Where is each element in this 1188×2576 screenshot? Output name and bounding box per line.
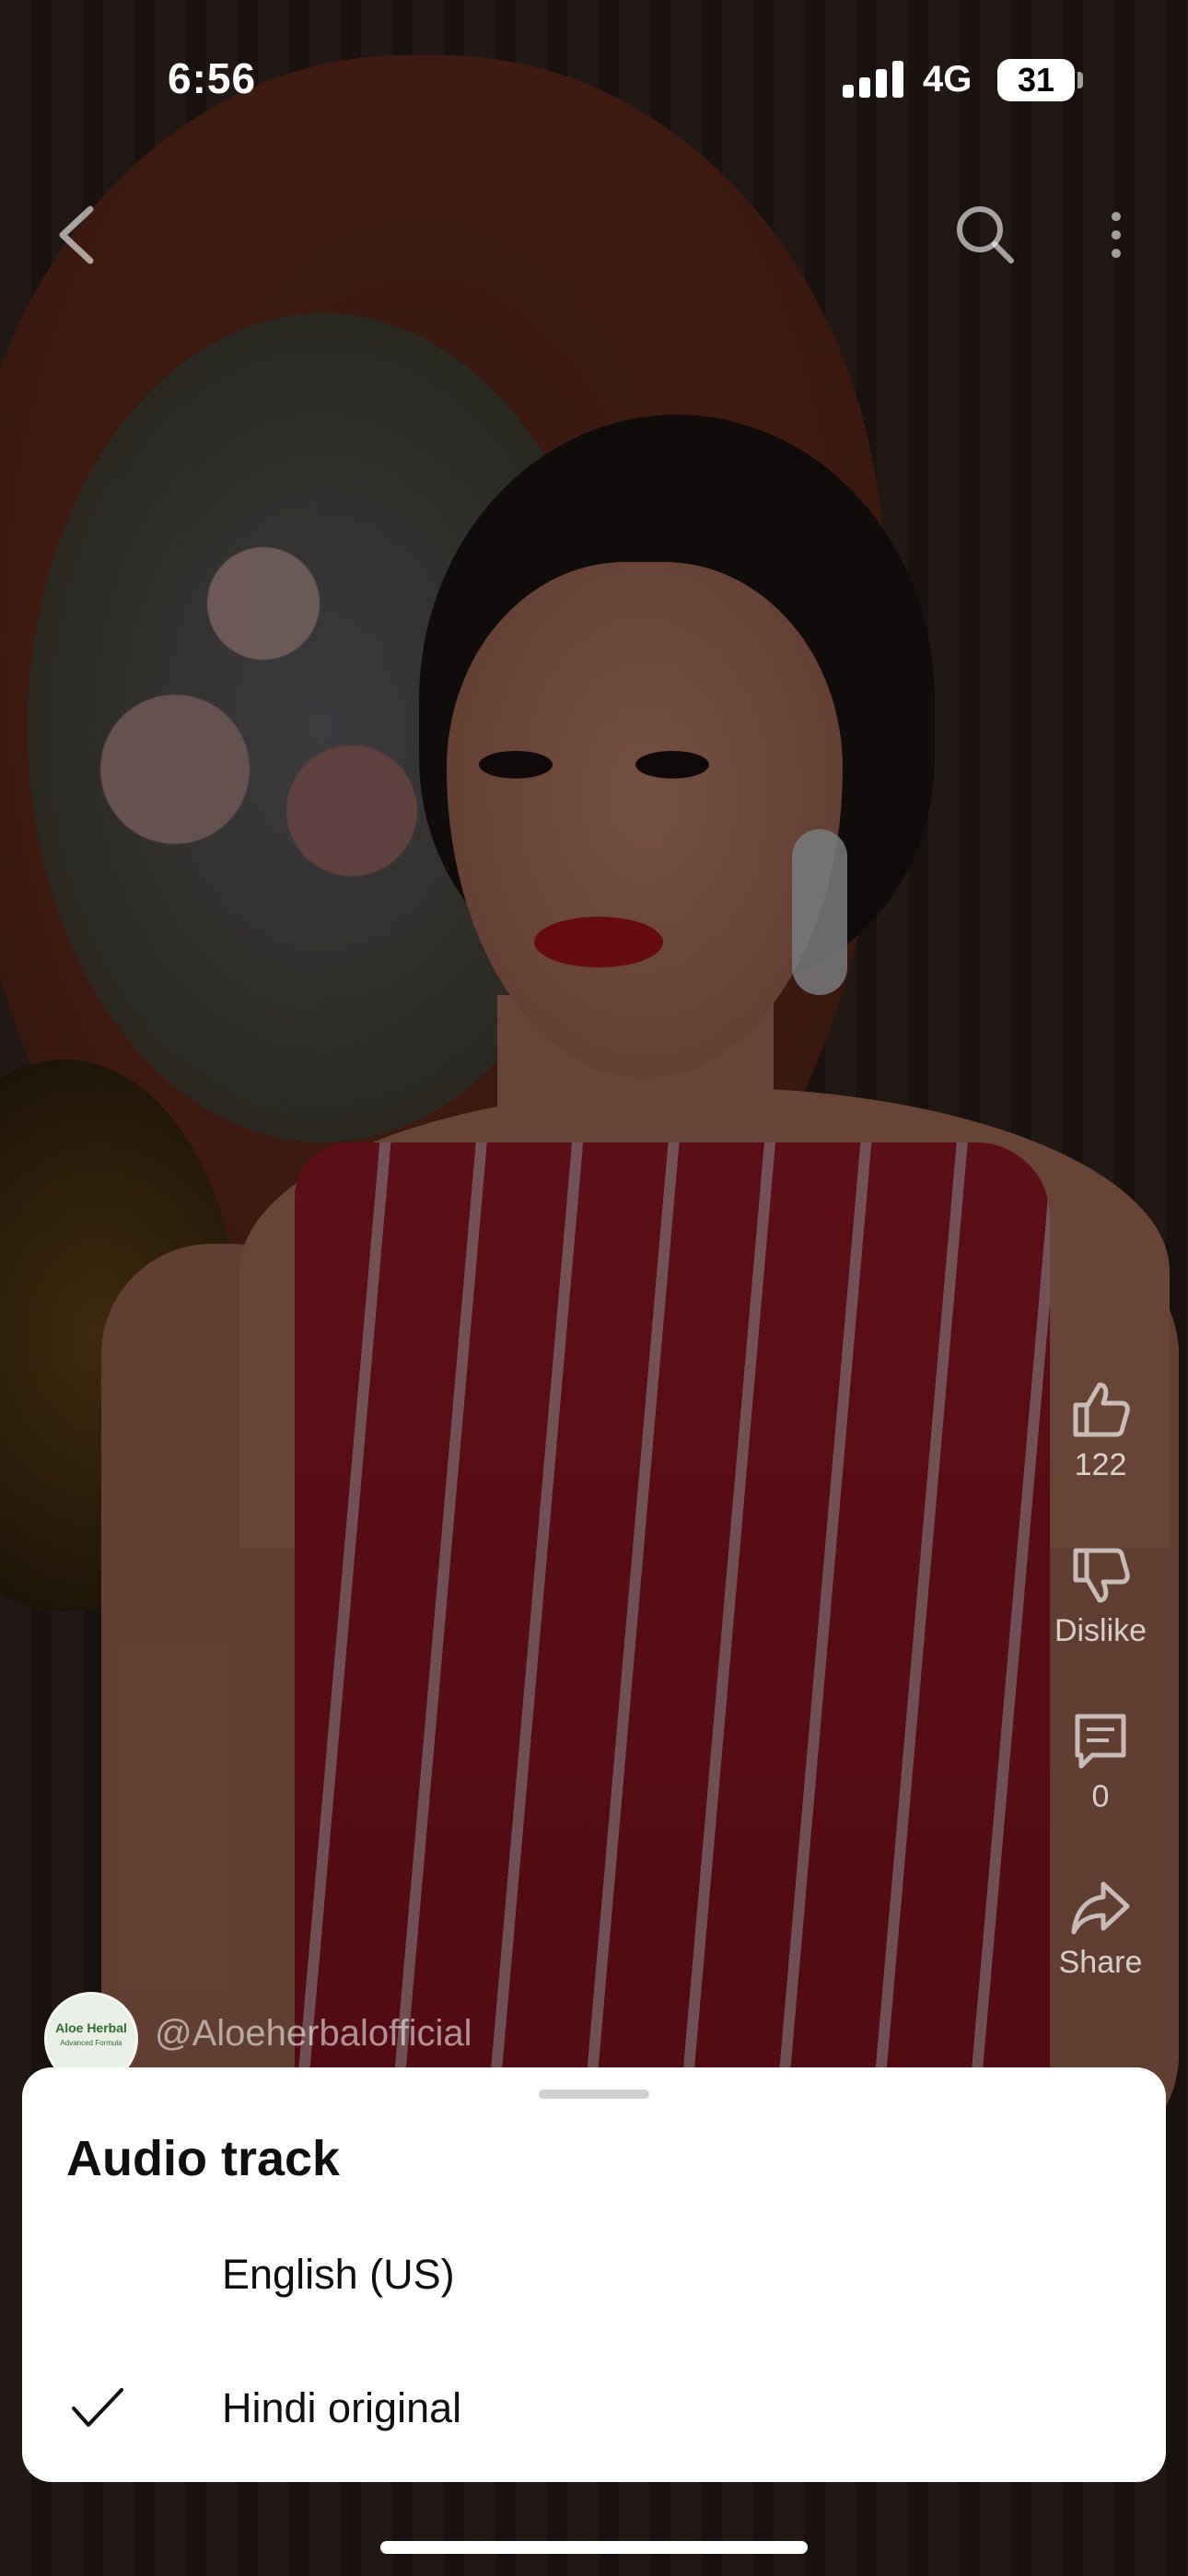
avatar-logo-subtext: Advanced Formula <box>60 2039 122 2047</box>
status-bar: 6:56 4G 31 <box>0 0 1188 157</box>
dislike-label: Dislike <box>1054 1613 1147 1648</box>
channel-handle[interactable]: @Aloeherbalofficial <box>155 2013 472 2055</box>
back-button[interactable] <box>46 198 111 272</box>
audio-option-english[interactable]: English (US) <box>22 2210 1166 2339</box>
chevron-left-icon <box>59 205 94 264</box>
audio-option-hindi[interactable]: Hindi original <box>22 2344 1166 2473</box>
checkmark-icon <box>72 2388 123 2427</box>
like-count: 122 <box>1074 1447 1127 1482</box>
cellular-signal-icon <box>843 61 903 98</box>
sheet-drag-handle[interactable] <box>539 2090 649 2099</box>
like-button[interactable]: 122 <box>1041 1377 1160 1483</box>
home-indicator[interactable] <box>380 2541 808 2554</box>
more-vertical-icon <box>1112 212 1121 258</box>
status-time: 6:56 <box>168 54 257 102</box>
avatar-logo-text: Aloe Herbal <box>55 2020 127 2035</box>
battery-tip <box>1077 72 1083 88</box>
audio-option-label: English (US) <box>222 2251 455 2298</box>
more-options-button[interactable] <box>1096 198 1136 272</box>
battery-icon: 31 <box>997 59 1075 101</box>
audio-track-sheet: Audio track English (US) Hindi original <box>22 2067 1166 2482</box>
share-label: Share <box>1058 1945 1143 1980</box>
comment-icon <box>1075 1714 1126 1769</box>
audio-option-label: Hindi original <box>222 2384 462 2431</box>
network-type: 4G <box>923 59 973 100</box>
battery-level: 31 <box>1017 61 1055 99</box>
share-icon <box>1071 1881 1130 1935</box>
search-icon <box>957 206 1014 263</box>
dislike-button[interactable]: Dislike <box>1041 1543 1160 1649</box>
thumbs-up-icon <box>1073 1382 1130 1437</box>
share-button[interactable]: Share <box>1041 1875 1160 1981</box>
search-button[interactable] <box>949 198 1022 272</box>
comments-button[interactable]: 0 <box>1041 1709 1160 1815</box>
sheet-title: Audio track <box>66 2131 341 2186</box>
thumbs-down-icon <box>1073 1548 1130 1603</box>
comment-count: 0 <box>1091 1779 1110 1814</box>
